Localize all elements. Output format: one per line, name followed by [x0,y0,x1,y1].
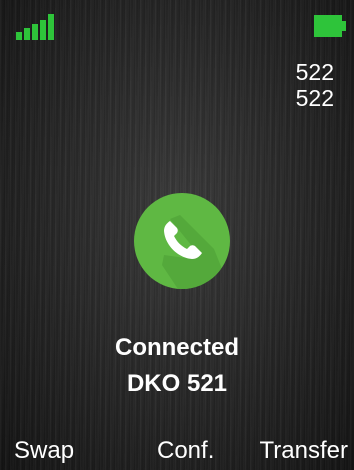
battery-full-icon [314,15,346,37]
signal-strength-icon [16,14,58,40]
called-number: 522 [295,85,334,111]
call-state-label: Connected [114,334,239,361]
phone-screen: 522 522 Connected DKO 521 Swap Conf. Tra… [0,0,354,470]
transfer-softkey[interactable]: Transfer [260,436,348,466]
swap-softkey[interactable]: Swap [14,436,74,466]
phone-handset-icon [134,193,230,289]
own-extension-number: 522 [295,59,334,85]
conference-softkey[interactable]: Conf. [157,436,214,466]
remote-party-name: DKO 521 [126,370,228,397]
